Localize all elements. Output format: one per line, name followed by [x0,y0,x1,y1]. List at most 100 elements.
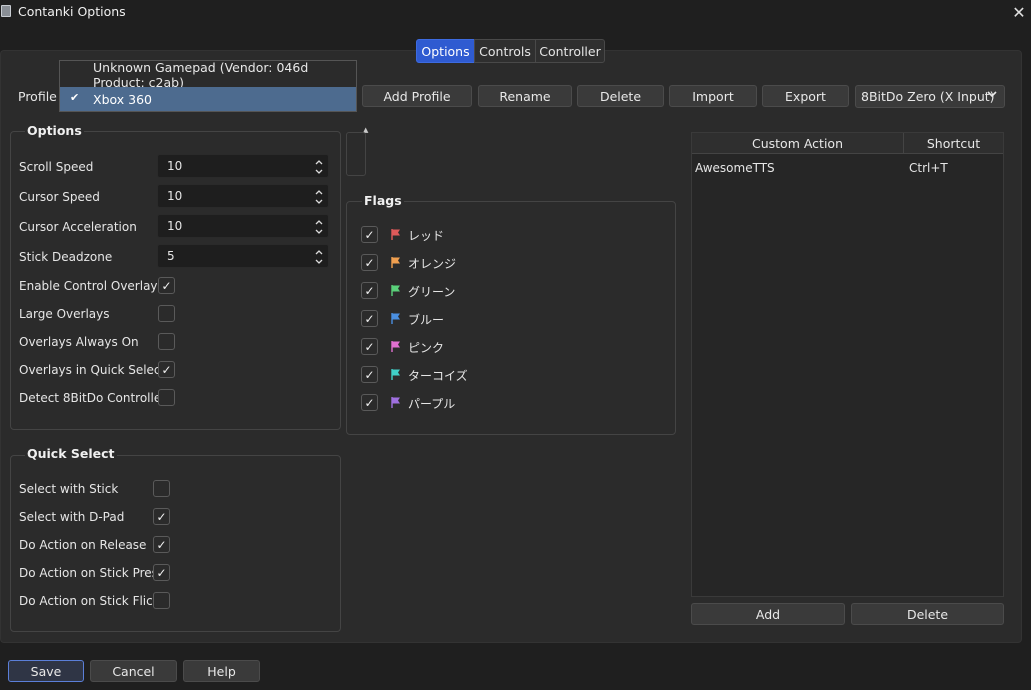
large-overlays-checkbox[interactable] [158,305,175,322]
scroll-speed-label: Scroll Speed [19,160,94,174]
enable-control-overlays-checkbox[interactable]: ✓ [158,277,175,294]
overlays-in-quick-select-checkbox[interactable]: ✓ [158,361,175,378]
profile-option-label: Xbox 360 [93,91,152,107]
collapsed-panel[interactable] [346,132,366,176]
flag-label: ブルー [408,313,445,327]
save-button[interactable]: Save [8,660,84,682]
flag-row[interactable]: ✓ パープル [361,394,661,412]
flag-row[interactable]: ✓ レッド [361,226,661,244]
spin-value: 10 [167,159,183,173]
overlays-always-on-label: Overlays Always On [19,335,139,349]
spin-arrows-icon[interactable] [314,187,324,207]
import-button[interactable]: Import [669,85,757,107]
help-button[interactable]: Help [183,660,260,682]
delete-profile-button[interactable]: Delete [577,85,664,107]
options-group-title: Options [25,123,84,138]
flag-label: ピンク [408,341,445,355]
cursor-acceleration-label: Cursor Acceleration [19,220,137,234]
do-action-on-stick-flick-checkbox[interactable] [153,592,170,609]
cancel-button[interactable]: Cancel [90,660,177,682]
detect-8bitdo-controllers-checkbox[interactable] [158,389,175,406]
scroll-speed-spinbox[interactable]: 10 [157,154,329,178]
profile-dropdown-list[interactable]: Unknown Gamepad (Vendor: 046d Product: c… [59,60,357,112]
tab-bar: Options Controls Controller [416,39,605,63]
overlays-always-on-checkbox[interactable] [158,333,175,350]
window-title: Contanki Options [18,4,126,19]
stick-deadzone-spinbox[interactable]: 5 [157,244,329,268]
flag-icon [390,284,402,300]
flag-row[interactable]: ✓ ブルー [361,310,661,328]
flag-checkbox[interactable]: ✓ [361,254,378,271]
custom-action-cell: AwesomeTTS [695,161,775,175]
custom-actions-table[interactable]: Custom Action Shortcut AwesomeTTS Ctrl+T [691,132,1004,597]
profile-option-xbox-360[interactable]: ✔ Xbox 360 [60,87,356,111]
close-button[interactable]: ✕ [1008,2,1030,22]
controller-select[interactable]: 8BitDo Zero (X Input) [855,85,1005,108]
stick-deadzone-label: Stick Deadzone [19,250,113,264]
flag-row[interactable]: ✓ グリーン [361,282,661,300]
flag-icon [390,228,402,244]
flag-checkbox[interactable]: ✓ [361,226,378,243]
flag-row[interactable]: ✓ ターコイズ [361,366,661,384]
flag-icon [390,312,402,328]
check-icon: ✓ [364,395,375,410]
flag-label: レッド [408,229,445,243]
spin-arrows-icon[interactable] [314,247,324,267]
flag-icon [390,256,402,272]
large-overlays-label: Large Overlays [19,307,110,321]
profile-option-unknown-gamepad[interactable]: Unknown Gamepad (Vendor: 046d Product: c… [60,60,356,90]
flag-row[interactable]: ✓ オレンジ [361,254,661,272]
column-header-shortcut[interactable]: Shortcut [904,133,1003,154]
check-icon: ✓ [364,311,375,326]
overlays-in-quick-select-label: Overlays in Quick Select [19,363,166,377]
flag-label: ターコイズ [408,369,468,383]
chevron-down-icon [986,88,998,104]
export-button[interactable]: Export [762,85,849,107]
add-action-button[interactable]: Add [691,603,845,625]
controller-select-value: 8BitDo Zero (X Input) [861,89,995,104]
rename-button[interactable]: Rename [478,85,572,107]
app-icon [1,5,11,17]
check-icon: ✓ [364,367,375,382]
quick-select-group-title: Quick Select [25,446,117,461]
cursor-speed-spinbox[interactable]: 10 [157,184,329,208]
flag-checkbox[interactable]: ✓ [361,282,378,299]
do-action-on-release-label: Do Action on Release [19,538,147,552]
column-header-custom-action[interactable]: Custom Action [692,133,904,154]
check-icon: ✓ [364,283,375,298]
check-icon: ✓ [364,227,375,242]
do-action-on-stick-press-label: Do Action on Stick Press [19,566,165,580]
select-with-dpad-label: Select with D-Pad [19,510,125,524]
spin-arrows-icon[interactable] [314,157,324,177]
profile-label: Profile [18,89,57,104]
check-icon: ✓ [161,362,172,377]
flag-checkbox[interactable]: ✓ [361,366,378,383]
flag-icon [390,340,402,356]
do-action-on-release-checkbox[interactable]: ✓ [153,536,170,553]
spin-value: 5 [167,249,175,263]
flag-label: オレンジ [408,257,457,271]
select-with-stick-label: Select with Stick [19,482,119,496]
tab-controls[interactable]: Controls [474,39,536,63]
add-profile-button[interactable]: Add Profile [362,85,472,107]
cursor-acceleration-spinbox[interactable]: 10 [157,214,329,238]
shortcut-cell: Ctrl+T [909,161,948,175]
table-row[interactable]: AwesomeTTS Ctrl+T [692,155,1003,181]
do-action-on-stick-press-checkbox[interactable]: ✓ [153,564,170,581]
tab-controller[interactable]: Controller [535,39,605,63]
flag-checkbox[interactable]: ✓ [361,394,378,411]
tab-options[interactable]: Options [416,39,475,63]
check-icon: ✓ [156,565,167,580]
spin-arrows-icon[interactable] [314,217,324,237]
spin-value: 10 [167,219,183,233]
select-with-dpad-checkbox[interactable]: ✓ [153,508,170,525]
delete-action-button[interactable]: Delete [851,603,1004,625]
check-icon: ✓ [364,339,375,354]
flag-icon [390,396,402,412]
cursor-speed-label: Cursor Speed [19,190,100,204]
flag-row[interactable]: ✓ ピンク [361,338,661,356]
select-with-stick-checkbox[interactable] [153,480,170,497]
flag-checkbox[interactable]: ✓ [361,310,378,327]
flag-checkbox[interactable]: ✓ [361,338,378,355]
enable-control-overlays-label: Enable Control Overlays [19,279,164,293]
